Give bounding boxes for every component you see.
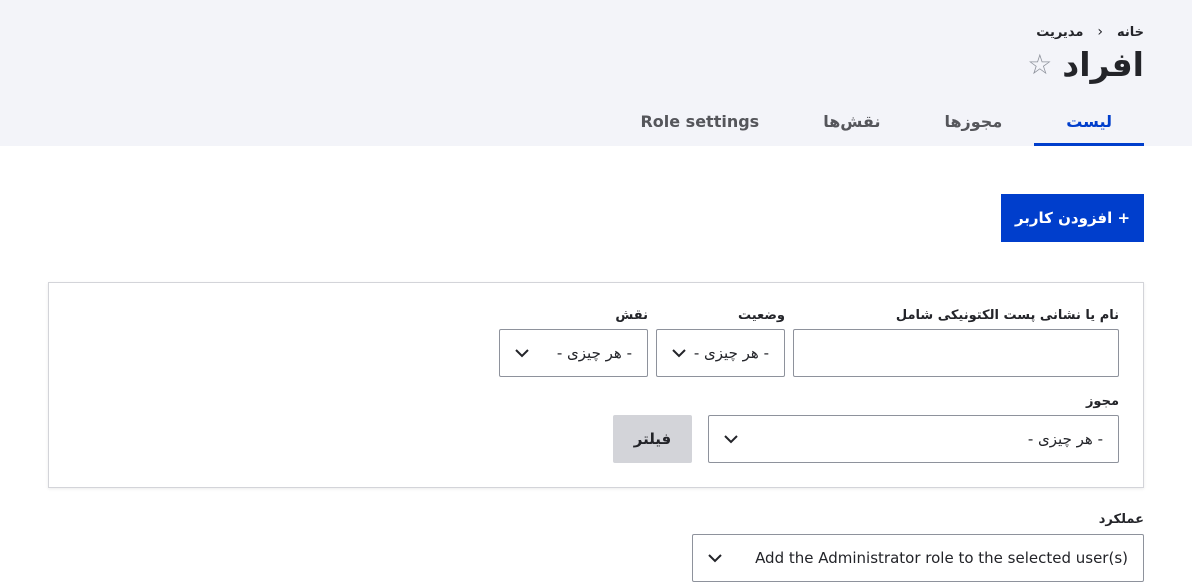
breadcrumb-home-link[interactable]: خانه <box>1117 25 1144 40</box>
tab-permissions[interactable]: مجوزها <box>912 100 1034 146</box>
chevron-down-icon <box>515 349 529 358</box>
name-email-input[interactable] <box>793 329 1119 377</box>
add-user-button[interactable]: + افزودن کاربر <box>1001 194 1144 242</box>
role-select-value: - هر چیزی - <box>556 344 632 362</box>
role-label: نقش <box>615 308 648 323</box>
status-label: وضعیت <box>737 308 785 323</box>
primary-tabs: لیست مجوزها نقش‌ها Role settings <box>608 100 1144 146</box>
name-email-label: نام یا نشانی پست الکتونیکی شامل <box>895 308 1119 323</box>
permission-select[interactable]: - هر چیزی - <box>708 415 1119 463</box>
favorite-star-icon[interactable]: ☆ <box>1027 44 1052 86</box>
breadcrumb-separator-icon: ‹ <box>1097 24 1103 40</box>
tab-roles[interactable]: نقش‌ها <box>791 100 912 146</box>
page-title: افراد <box>1062 45 1144 84</box>
breadcrumb: خانه ‹ مدیریت <box>1036 24 1144 40</box>
chevron-down-icon <box>708 554 722 563</box>
chevron-down-icon <box>672 349 686 358</box>
page-header: خانه ‹ مدیریت افراد ☆ لیست مجوزها نقش‌ها… <box>0 0 1192 146</box>
role-select[interactable]: - هر چیزی - <box>499 329 648 377</box>
status-select-value: - هر چیزی - <box>693 344 769 362</box>
tab-role-settings[interactable]: Role settings <box>608 100 791 146</box>
permission-label: مجوز <box>1085 394 1119 409</box>
permission-select-value: - هر چیزی - <box>1027 430 1103 448</box>
title-row: افراد ☆ <box>1027 44 1144 86</box>
filter-panel: نام یا نشانی پست الکتونیکی شامل وضعیت - … <box>48 282 1144 488</box>
bulk-action-label: عملکرد <box>1098 512 1144 527</box>
bulk-action-select[interactable]: Add the Administrator role to the select… <box>692 534 1144 582</box>
tab-list[interactable]: لیست <box>1034 100 1144 146</box>
chevron-down-icon <box>724 435 738 444</box>
breadcrumb-admin-link[interactable]: مدیریت <box>1036 25 1083 40</box>
filter-button[interactable]: فیلتر <box>613 415 692 463</box>
status-select[interactable]: - هر چیزی - <box>656 329 785 377</box>
bulk-action-select-value: Add the Administrator role to the select… <box>755 549 1128 567</box>
